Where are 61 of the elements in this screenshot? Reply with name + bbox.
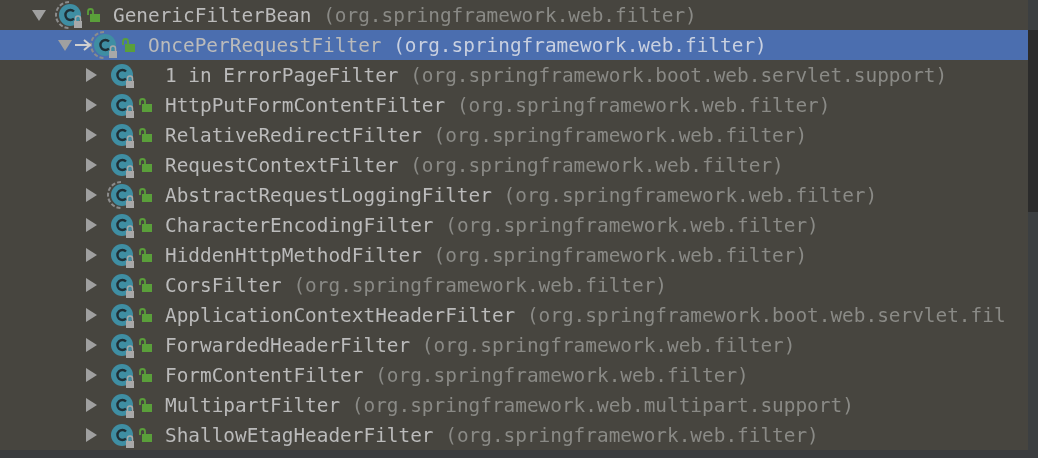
tree-item[interactable]: OncePerRequestFilter (org.springframework.web.filter) bbox=[0, 30, 1028, 60]
collapsed-arrow-icon[interactable] bbox=[83, 67, 99, 83]
tree-item[interactable]: 1 in ErrorPageFilter (org.springframework.boot.web.servlet.support) bbox=[0, 60, 1028, 90]
class-name: HttpPutFormContentFilter bbox=[165, 93, 446, 117]
tree-item[interactable]: RelativeRedirectFilter (org.springframework.web.filter) bbox=[0, 120, 1028, 150]
package-name: (org.springframework.web.filter) bbox=[433, 123, 808, 147]
package-name: (org.springframework.boot.web.servlet.support) bbox=[410, 63, 948, 87]
collapsed-arrow-icon[interactable] bbox=[83, 97, 99, 113]
class-name: AbstractRequestLoggingFilter bbox=[165, 183, 492, 207]
package-name: (org.springframework.web.filter) bbox=[393, 33, 767, 57]
tree-item[interactable]: CharacterEncodingFilter (org.springframework.web.filter) bbox=[0, 210, 1028, 240]
collapsed-arrow-icon[interactable] bbox=[83, 247, 99, 263]
expanded-arrow-icon[interactable] bbox=[31, 7, 47, 23]
collapsed-arrow-icon[interactable] bbox=[83, 277, 99, 293]
class-name: ForwardedHeaderFilter bbox=[165, 333, 411, 357]
tree-item[interactable]: HttpPutFormContentFilter (org.springframework.web.filter) bbox=[0, 90, 1028, 120]
package-name: (org.springframework.web.filter) bbox=[445, 213, 819, 237]
collapsed-arrow-icon[interactable] bbox=[83, 397, 99, 413]
class-name: MultipartFilter bbox=[165, 393, 341, 417]
package-name: (org.springframework.web.filter) bbox=[421, 333, 796, 357]
class-name: OncePerRequestFilter bbox=[148, 33, 382, 57]
tree-item[interactable]: ShallowEtagHeaderFilter (org.springframework.web.filter) bbox=[0, 420, 1028, 450]
tree-item[interactable]: CorsFilter (org.springframework.web.filter) bbox=[0, 270, 1028, 300]
collapsed-arrow-icon[interactable] bbox=[83, 187, 99, 203]
collapsed-arrow-icon[interactable] bbox=[83, 157, 99, 173]
collapsed-arrow-icon[interactable] bbox=[83, 427, 99, 443]
tree-item[interactable]: FormContentFilter (org.springframework.web.filter) bbox=[0, 360, 1028, 390]
collapsed-arrow-icon[interactable] bbox=[83, 127, 99, 143]
scrollbar[interactable] bbox=[1028, 30, 1038, 212]
collapsed-arrow-icon[interactable] bbox=[83, 367, 99, 383]
package-name: (org.springframework.web.filter) bbox=[375, 363, 749, 387]
package-name: (org.springframework.boot.web.servlet.fil bbox=[526, 303, 1006, 327]
class-name: ShallowEtagHeaderFilter bbox=[165, 423, 434, 447]
package-name: (org.springframework.web.filter) bbox=[410, 153, 784, 177]
class-name: CharacterEncodingFilter bbox=[165, 213, 434, 237]
tree-item[interactable]: AbstractRequestLoggingFilter (org.springframework.web.filter) bbox=[0, 180, 1028, 210]
package-name: (org.springframework.web.filter) bbox=[433, 243, 808, 267]
package-name: (org.springframework.web.filter) bbox=[445, 423, 819, 447]
package-name: (org.springframework.web.filter) bbox=[293, 273, 667, 297]
tree-item[interactable]: MultipartFilter (org.springframework.web.multipart.support) bbox=[0, 390, 1028, 420]
tree-item[interactable]: HiddenHttpMethodFilter (org.springframework.web.filter) bbox=[0, 240, 1028, 270]
class-name: 1 in ErrorPageFilter bbox=[165, 63, 399, 87]
collapsed-arrow-icon[interactable] bbox=[83, 337, 99, 353]
package-name: (org.springframework.web.multipart.support) bbox=[351, 393, 854, 417]
collapsed-arrow-icon[interactable] bbox=[83, 307, 99, 323]
package-name: (org.springframework.web.filter) bbox=[323, 3, 697, 27]
class-name: CorsFilter bbox=[165, 273, 282, 297]
package-name: (org.springframework.web.filter) bbox=[456, 93, 831, 117]
expanded-arrow-icon[interactable] bbox=[57, 37, 73, 53]
tree-item[interactable]: RequestContextFilter (org.springframework.web.filter) bbox=[0, 150, 1028, 180]
tree-item[interactable]: GenericFilterBean (org.springframework.web.filter) bbox=[0, 0, 1028, 30]
collapsed-arrow-icon[interactable] bbox=[83, 217, 99, 233]
class-name: RequestContextFilter bbox=[165, 153, 399, 177]
package-name: (org.springframework.web.filter) bbox=[503, 183, 878, 207]
class-name: GenericFilterBean bbox=[113, 3, 312, 27]
tree-item[interactable]: ApplicationContextHeaderFilter (org.springframework.boot.web.servlet.fil bbox=[0, 300, 1028, 330]
class-name: HiddenHttpMethodFilter bbox=[165, 243, 422, 267]
class-name: FormContentFilter bbox=[165, 363, 364, 387]
tree-item[interactable]: ForwardedHeaderFilter (org.springframework.web.filter) bbox=[0, 330, 1028, 360]
class-name: RelativeRedirectFilter bbox=[165, 123, 422, 147]
class-name: ApplicationContextHeaderFilter bbox=[165, 303, 516, 327]
